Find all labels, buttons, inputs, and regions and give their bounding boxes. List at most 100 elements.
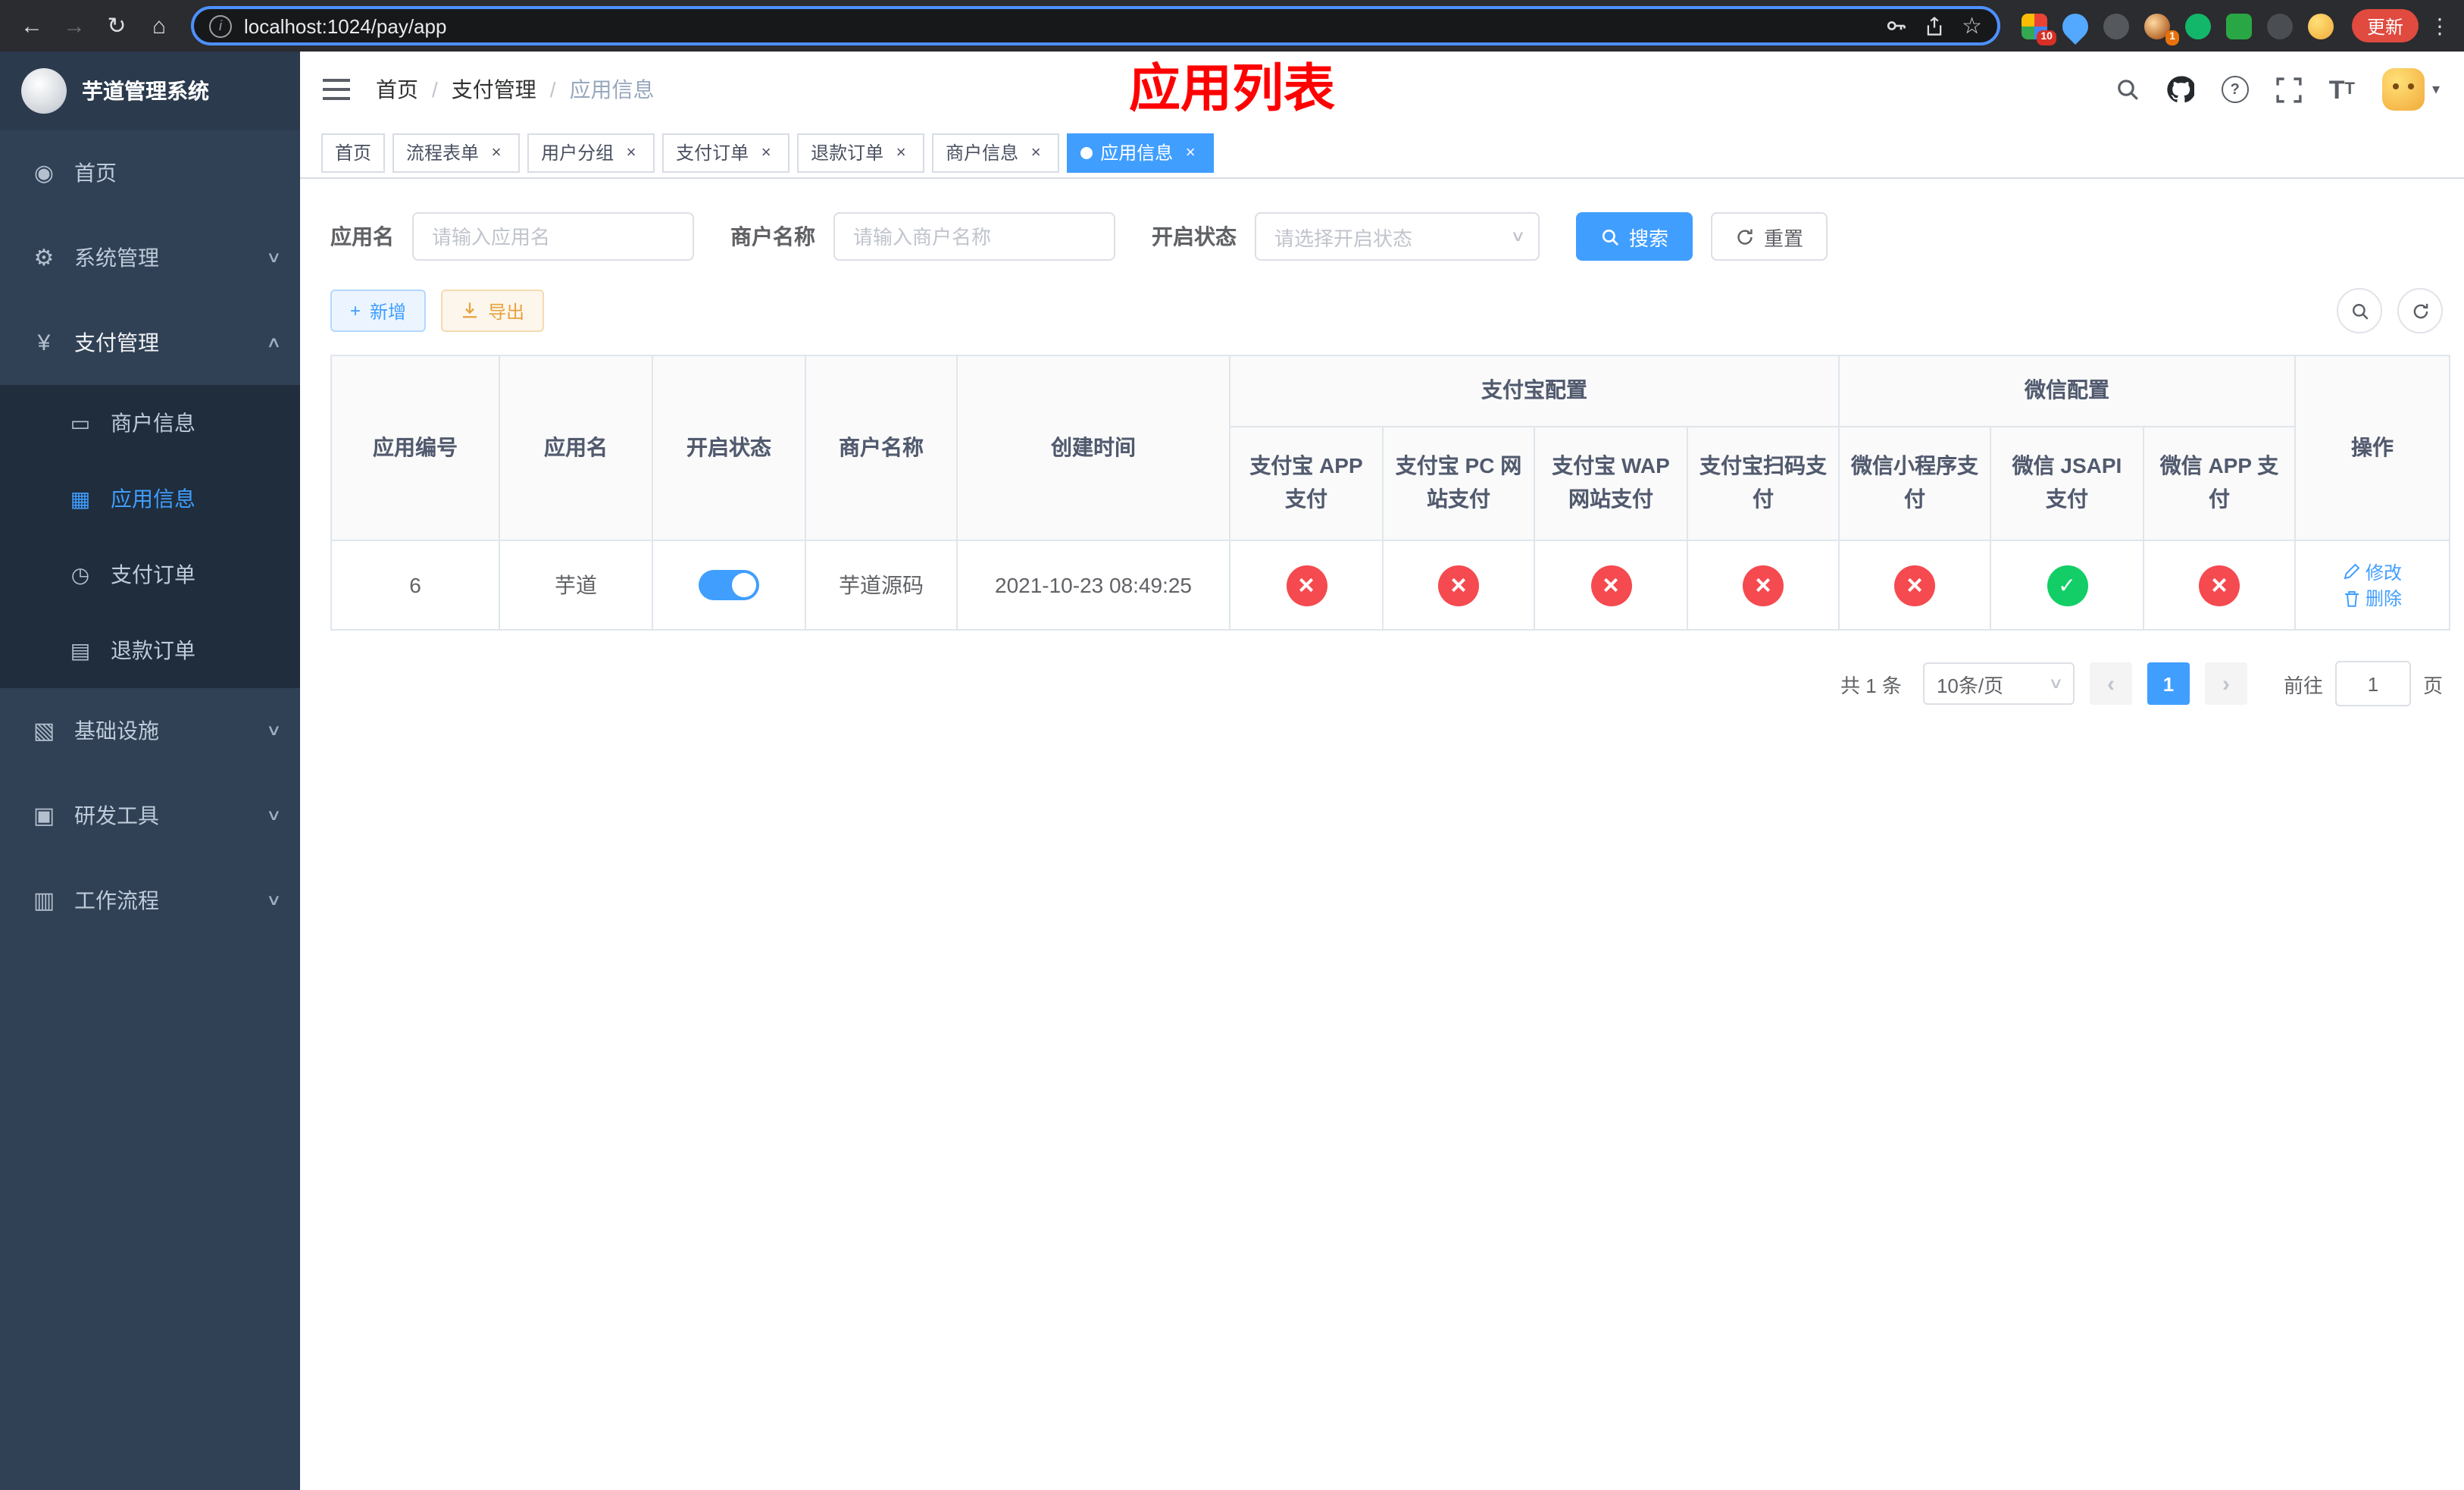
next-page-button[interactable]: › [2204, 662, 2247, 705]
sidebar-item-home[interactable]: ◉ 首页 [0, 130, 300, 215]
tags-view-bar: 首页 流程表单 × 用户分组 × 支付订单 × 退款订单 × 商户信息 × 应用… [300, 127, 2464, 179]
merchant-name-input[interactable] [833, 212, 1115, 261]
search-icon[interactable] [2115, 77, 2140, 102]
edit-link-label: 修改 [2365, 562, 2402, 583]
sidebar-item-label: 商户信息 [111, 411, 195, 435]
tab-close-icon[interactable]: × [1026, 142, 1046, 162]
tab-home[interactable]: 首页 [321, 133, 386, 172]
emoji-extension-icon[interactable] [2307, 13, 2334, 39]
check-extension-icon[interactable] [2184, 13, 2211, 39]
export-button-label: 导出 [488, 301, 525, 322]
sidebar-item-system[interactable]: ⚙ 系统管理 ∨ [0, 215, 300, 300]
page-size-value: 10条/页 [1936, 674, 2004, 696]
user-menu[interactable]: ▾ [2381, 68, 2440, 111]
search-button[interactable]: 搜索 [1576, 212, 1693, 261]
status-select[interactable]: 请选择开启状态 ∨ [1255, 212, 1540, 261]
browser-update-button[interactable]: 更新 [2351, 9, 2419, 42]
water-drop-extension-icon[interactable] [2056, 7, 2094, 45]
app-name-input[interactable] [412, 212, 694, 261]
breadcrumb-separator: / [432, 77, 438, 102]
goto-page-input[interactable] [2334, 661, 2411, 706]
alipay-pc-status-icon [1438, 565, 1479, 606]
export-button[interactable]: 导出 [441, 290, 545, 332]
breadcrumb-home[interactable]: 首页 [376, 74, 418, 105]
delete-link[interactable]: 删除 [2343, 585, 2402, 611]
sidebar-item-merchant-info[interactable]: ▭ 商户信息 [0, 385, 300, 461]
dark-circle-extension-icon[interactable] [2103, 13, 2129, 39]
bookmark-star-icon[interactable]: ☆ [1962, 14, 1982, 37]
address-bar[interactable]: i localhost:1024/pay/app ☆ [191, 6, 2000, 45]
reload-button[interactable]: ↻ [97, 6, 136, 45]
font-size-icon[interactable]: TT [2329, 77, 2355, 102]
sidebar-item-pay-order[interactable]: ◷ 支付订单 [0, 537, 300, 612]
cell-wechat-mini [1838, 540, 1991, 631]
edit-link[interactable]: 修改 [2343, 559, 2402, 584]
tab-refund-order[interactable]: 退款订单 × [797, 133, 925, 172]
sidebar-item-infrastructure[interactable]: ▧ 基础设施 ∨ [0, 688, 300, 773]
breadcrumb-parent[interactable]: 支付管理 [452, 74, 536, 105]
sidebar-item-workflow[interactable]: ▥ 工作流程 ∨ [0, 858, 300, 943]
tab-close-icon[interactable]: × [621, 142, 641, 162]
col-header-alipay-qr: 支付宝扫码支付 [1687, 426, 1840, 541]
extension-badge: 1 [2165, 30, 2179, 45]
puzzle-extension-icon[interactable] [2266, 13, 2293, 39]
tab-app-info[interactable]: 应用信息 × [1067, 133, 1215, 172]
fullscreen-icon[interactable] [2276, 77, 2302, 102]
add-button[interactable]: + 新增 [330, 290, 427, 332]
back-button[interactable]: ← [12, 6, 52, 45]
profile-extension-icon[interactable]: 1 [2143, 13, 2179, 45]
password-key-icon[interactable] [1884, 15, 1906, 36]
search-button-label: 搜索 [1629, 227, 1669, 249]
site-info-icon[interactable]: i [209, 14, 232, 37]
tab-merchant-info[interactable]: 商户信息 × [932, 133, 1060, 172]
tab-process-form[interactable]: 流程表单 × [392, 133, 521, 172]
forward-button[interactable]: → [55, 6, 94, 45]
notes-extension-icon[interactable] [2225, 13, 2252, 39]
alipay-app-status-icon [1286, 565, 1327, 606]
cell-wechat-app [2143, 540, 2296, 631]
main-area: 首页 / 支付管理 / 应用信息 应用列表 ? T T ▾ 首页 流程表单 × … [300, 52, 2464, 1490]
status-toggle[interactable] [699, 570, 759, 600]
extensions-grid-icon[interactable]: 10 [2021, 13, 2056, 45]
delete-link-label: 删除 [2365, 588, 2402, 609]
page-suffix: 页 [2422, 674, 2443, 696]
sidebar-collapse-icon[interactable] [318, 71, 355, 108]
tab-close-icon[interactable]: × [1180, 142, 1200, 162]
browser-menu-icon[interactable]: ⋮ [2428, 13, 2452, 39]
toggle-search-icon[interactable] [2337, 288, 2382, 333]
page-title-annotation: 应用列表 [1129, 61, 1335, 118]
refresh-icon[interactable] [2397, 288, 2443, 333]
col-header-wechat-jsapi: 微信 JSAPI 支付 [1990, 426, 2144, 541]
tab-label: 应用信息 [1100, 142, 1174, 164]
prev-page-button[interactable]: ‹ [2089, 662, 2132, 705]
reset-button[interactable]: 重置 [1711, 212, 1828, 261]
sidebar-item-payment[interactable]: ¥ 支付管理 ∧ [0, 300, 300, 385]
tab-pay-order[interactable]: 支付订单 × [662, 133, 790, 172]
sidebar-item-app-info[interactable]: ▦ 应用信息 [0, 461, 300, 537]
filter-form: 应用名 商户名称 开启状态 请选择开启状态 ∨ 搜索 重置 [330, 212, 2443, 261]
sidebar-item-refund-order[interactable]: ▤ 退款订单 [0, 612, 300, 688]
share-icon[interactable] [1924, 16, 1943, 36]
extensions-tray: 10 1 [2012, 7, 2343, 45]
plus-icon: + [350, 300, 361, 321]
tab-close-icon[interactable]: × [891, 142, 911, 162]
cell-wechat-jsapi [1990, 540, 2144, 631]
col-header-app-id: 应用编号 [330, 355, 500, 541]
sidebar-item-dev-tools[interactable]: ▣ 研发工具 ∨ [0, 773, 300, 858]
tab-user-group[interactable]: 用户分组 × [527, 133, 655, 172]
page-size-select[interactable]: 10条/页 ∨ [1922, 662, 2075, 705]
yen-icon: ¥ [37, 330, 51, 355]
help-icon[interactable]: ? [2221, 76, 2249, 103]
cell-alipay-wap [1534, 540, 1688, 631]
sidebar-item-label: 系统管理 [74, 246, 159, 270]
home-button[interactable]: ⌂ [139, 6, 179, 45]
page-1-button[interactable]: 1 [2147, 662, 2190, 705]
document-icon: ▤ [70, 637, 91, 662]
active-tab-dot [1080, 146, 1093, 158]
tab-close-icon[interactable]: × [486, 142, 506, 162]
sidebar-item-label: 退款订单 [111, 638, 195, 662]
tab-label: 支付订单 [676, 142, 749, 164]
tab-close-icon[interactable]: × [756, 142, 776, 162]
github-icon[interactable] [2167, 76, 2194, 103]
sidebar-logo-row[interactable]: 芋道管理系统 [0, 52, 300, 130]
